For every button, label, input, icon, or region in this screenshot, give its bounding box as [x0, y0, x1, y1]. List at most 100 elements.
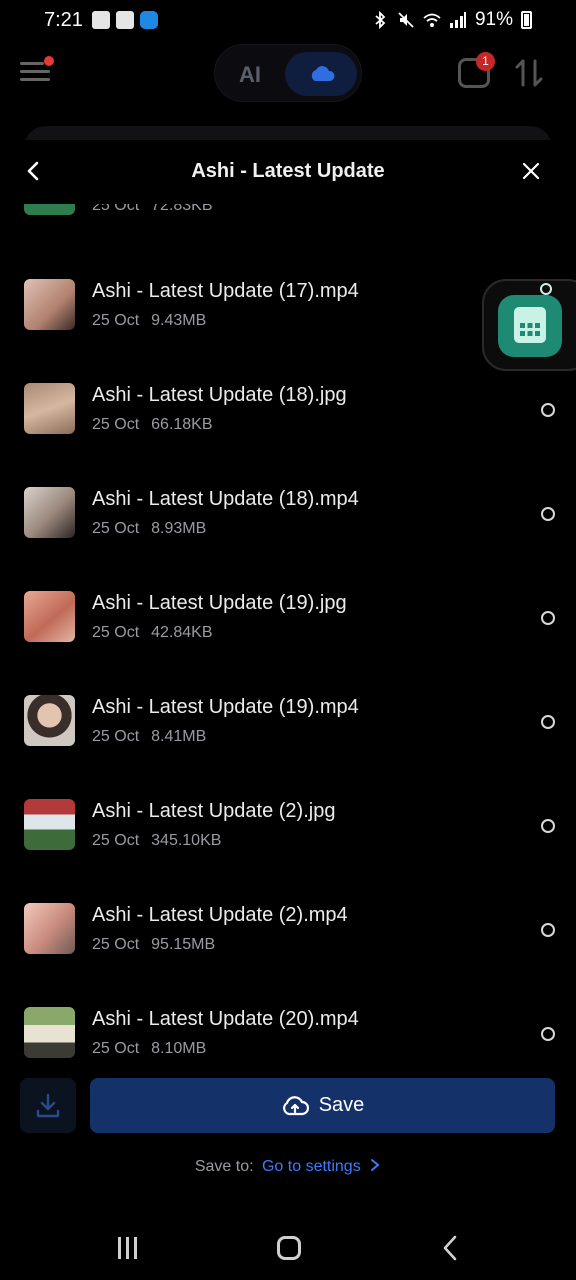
grid-dots-icon: [520, 323, 540, 336]
file-name: Ashi - Latest Update (18).jpg: [92, 384, 347, 406]
app-bar: AI 1: [0, 44, 576, 104]
system-nav-bar: [0, 1212, 576, 1280]
status-bar: 7:21 91%: [0, 0, 576, 42]
file-date: 25 Oct: [92, 520, 140, 537]
file-thumbnail: [24, 279, 75, 330]
close-button[interactable]: [516, 156, 546, 186]
menu-icon[interactable]: [20, 56, 54, 84]
file-date: 25 Oct: [92, 1040, 140, 1057]
signal-icon: [449, 12, 466, 28]
file-thumbnail: [24, 204, 75, 215]
floating-widget[interactable]: [482, 279, 576, 371]
transfer-icon[interactable]: [514, 58, 544, 88]
save-label: Save: [318, 1094, 365, 1116]
file-date: 25 Oct: [92, 416, 140, 433]
file-date: 25 Oct: [92, 312, 140, 329]
file-date: 25 Oct: [92, 832, 140, 849]
sheet-header: Ashi - Latest Update: [0, 140, 576, 204]
file-name: Ashi - Latest Update (18).mp4: [92, 488, 359, 510]
save-to-row: Save to: Go to settings: [0, 1158, 576, 1176]
download-icon: [36, 1093, 60, 1118]
file-meta: 25 Oct 8.10MB: [92, 1040, 206, 1058]
bluetooth-icon: [375, 11, 386, 29]
file-thumbnail: [24, 383, 75, 434]
notification-icons: [92, 11, 158, 29]
file-row[interactable]: 25 Oct 72.83KB: [0, 204, 576, 268]
file-name: Ashi - Latest Update (2).mp4: [92, 904, 348, 926]
file-name: Ashi - Latest Update (2).jpg: [92, 800, 336, 822]
menu-notification-dot: [44, 56, 54, 66]
status-time: 7:21: [44, 9, 83, 31]
file-size: 95.15MB: [151, 936, 216, 953]
file-size: 72.83KB: [151, 204, 213, 214]
system-back-button[interactable]: [440, 1234, 460, 1262]
file-row[interactable]: Ashi - Latest Update (19).jpg 25 Oct 42.8…: [0, 591, 576, 695]
shopping-notification-icon: [116, 11, 134, 29]
sim-manager-icon: [498, 295, 562, 357]
app-notification-icon: [140, 11, 158, 29]
file-date: 25 Oct: [92, 728, 140, 745]
file-meta: 25 Oct 9.43MB: [92, 312, 206, 330]
file-thumbnail: [24, 1007, 75, 1058]
file-size: 8.93MB: [151, 520, 207, 537]
file-size: 66.18KB: [151, 416, 213, 433]
widget-status-dot: [540, 283, 552, 295]
home-button[interactable]: [277, 1236, 301, 1260]
cloud-icon: [311, 66, 335, 81]
file-row[interactable]: Ashi - Latest Update (2).jpg 25 Oct 345.1…: [0, 799, 576, 903]
select-radio[interactable]: [541, 715, 555, 729]
file-size: 42.84KB: [151, 624, 213, 641]
gallery-notification-icon: [92, 11, 110, 29]
cloud-upload-icon: [282, 1095, 309, 1115]
ai-tab[interactable]: AI: [239, 62, 261, 88]
mode-switch[interactable]: AI: [214, 44, 362, 102]
file-thumbnail: [24, 591, 75, 642]
file-thumbnail: [24, 487, 75, 538]
file-row[interactable]: Ashi - Latest Update (18).mp4 25 Oct 8.93…: [0, 487, 576, 591]
file-thumbnail: [24, 903, 75, 954]
file-meta: 25 Oct 72.83KB: [92, 204, 213, 215]
mute-icon: [398, 12, 414, 28]
file-row[interactable]: Ashi - Latest Update (18).jpg 25 Oct 66.1…: [0, 383, 576, 487]
file-name: Ashi - Latest Update (19).mp4: [92, 696, 359, 718]
file-size: 8.10MB: [151, 1040, 207, 1057]
file-size: 9.43MB: [151, 312, 207, 329]
file-row[interactable]: Ashi - Latest Update (2).mp4 25 Oct 95.15…: [0, 903, 576, 1007]
file-date: 25 Oct: [92, 204, 140, 214]
bottom-actions: Save: [0, 1078, 576, 1138]
grid-icon: [514, 307, 546, 343]
select-radio[interactable]: [541, 403, 555, 417]
save-button[interactable]: Save: [90, 1078, 555, 1133]
file-size: 8.41MB: [151, 728, 207, 745]
file-row[interactable]: Ashi - Latest Update (20).mp4 25 Oct 8.10…: [0, 1007, 576, 1072]
file-meta: 25 Oct 66.18KB: [92, 416, 213, 434]
sheet-title: Ashi - Latest Update: [191, 160, 385, 182]
messages-badge: 1: [476, 52, 495, 71]
select-radio[interactable]: [541, 611, 555, 625]
file-meta: 25 Oct 8.93MB: [92, 520, 206, 538]
file-meta: 25 Oct 8.41MB: [92, 728, 206, 746]
battery-percent: 91%: [474, 9, 513, 30]
file-row[interactable]: Ashi - Latest Update (19).mp4 25 Oct 8.41…: [0, 695, 576, 799]
recent-apps-button[interactable]: [116, 1237, 140, 1259]
battery-icon: [521, 11, 532, 29]
select-radio[interactable]: [541, 507, 555, 521]
select-radio[interactable]: [541, 923, 555, 937]
file-size: 345.10KB: [151, 832, 222, 849]
save-to-label: Save to:: [194, 1158, 254, 1175]
download-button[interactable]: [20, 1078, 76, 1133]
file-name: Ashi - Latest Update (17).mp4: [92, 280, 359, 302]
file-date: 25 Oct: [92, 936, 140, 953]
cloud-tab[interactable]: [285, 52, 357, 96]
select-radio[interactable]: [541, 819, 555, 833]
status-indicators: 91%: [371, 9, 532, 31]
select-radio[interactable]: [541, 1027, 555, 1041]
wifi-icon: [423, 13, 441, 27]
file-name: Ashi - Latest Update (20).mp4: [92, 1008, 359, 1030]
file-thumbnail: [24, 695, 75, 746]
file-thumbnail: [24, 799, 75, 850]
file-meta: 25 Oct 95.15MB: [92, 936, 215, 954]
file-name: Ashi - Latest Update (19).jpg: [92, 592, 347, 614]
go-to-settings-link[interactable]: Go to settings: [262, 1158, 361, 1175]
file-meta: 25 Oct 42.84KB: [92, 624, 213, 642]
